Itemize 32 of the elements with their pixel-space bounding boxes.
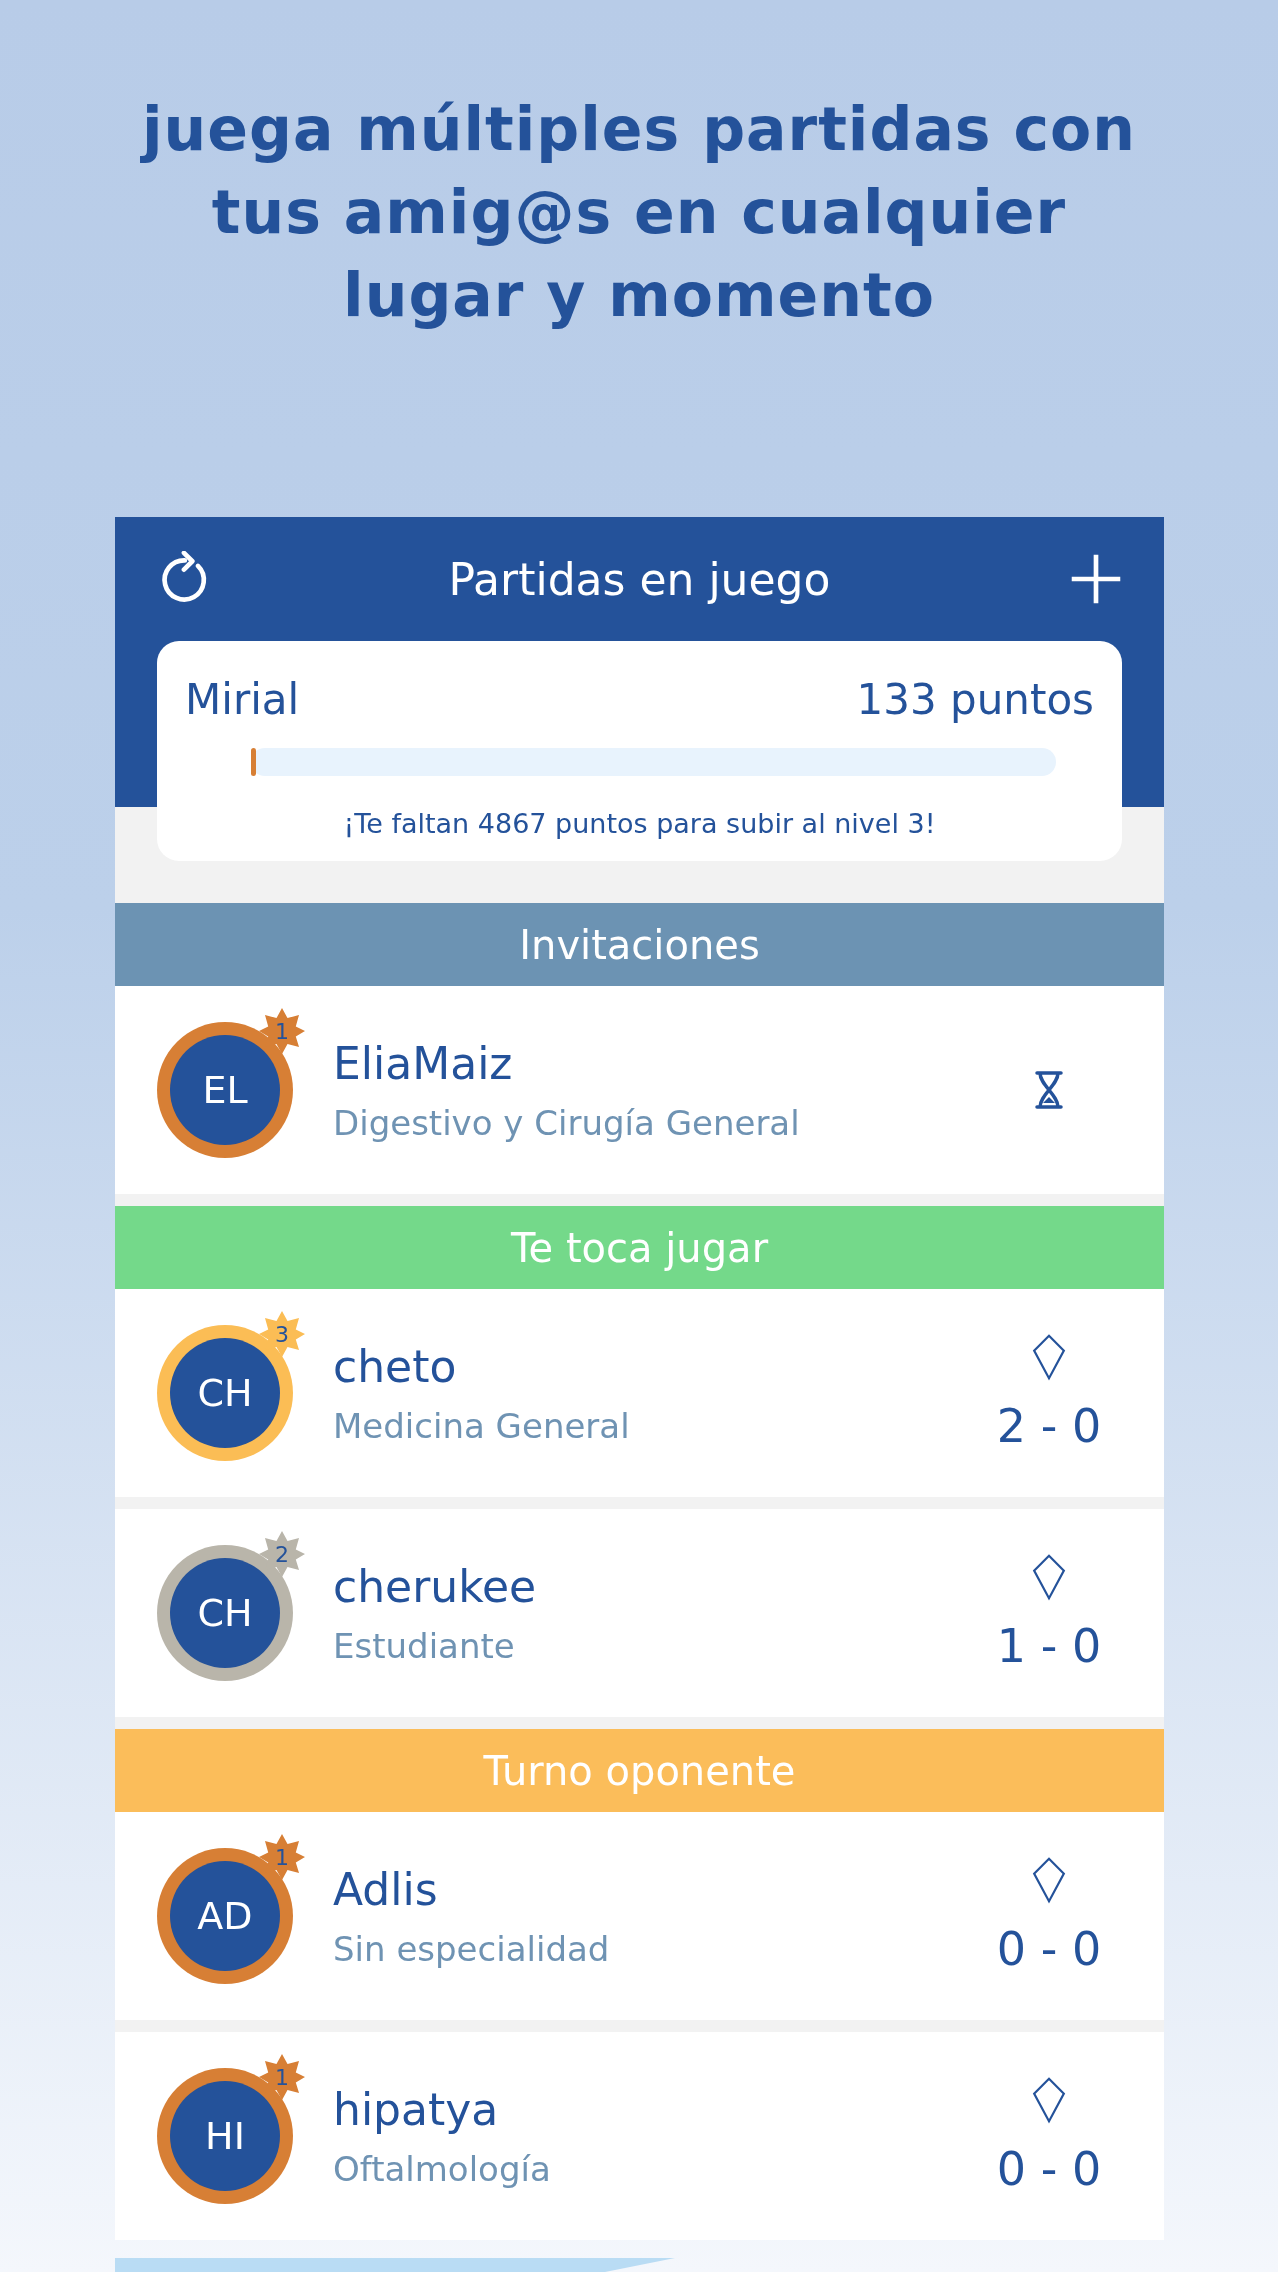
opponent-name: cherukee bbox=[333, 1560, 538, 1612]
diamond-icon bbox=[1032, 1553, 1066, 1601]
opponent-name: EliaMaiz bbox=[333, 1037, 514, 1089]
level-message: ¡Te faltan 4867 puntos para subir al nivel 3! bbox=[342, 808, 937, 839]
game-row[interactable]: CH 2 cherukee Estudiante 1 - 0 bbox=[115, 1509, 1164, 1717]
specialty-label: Digestivo y Cirugía General bbox=[333, 1102, 801, 1143]
game-row[interactable]: EL 1 EliaMaiz Digestivo y Cirugía General bbox=[115, 986, 1164, 1194]
diamond-icon bbox=[1032, 2076, 1066, 2124]
specialty-label: Oftalmología bbox=[333, 2148, 552, 2189]
screen-title: Partidas en juego bbox=[448, 553, 831, 605]
diamond-icon bbox=[1032, 1856, 1066, 1904]
specialty-label: Medicina General bbox=[333, 1405, 631, 1446]
opponent-name: Adlis bbox=[333, 1863, 439, 1915]
player-name: Mirial bbox=[185, 675, 300, 724]
section-header: Invitaciones bbox=[115, 903, 1164, 986]
section-header: Te toca jugar bbox=[115, 1206, 1164, 1289]
game-row[interactable]: HI 1 hipatya Oftalmología 0 - 0 bbox=[115, 2032, 1164, 2240]
game-row[interactable]: CH 3 cheto Medicina General 2 - 0 bbox=[115, 1289, 1164, 1497]
specialty-label: Estudiante bbox=[333, 1625, 516, 1666]
hourglass-icon bbox=[1034, 1068, 1064, 1112]
opponent-name: hipatya bbox=[333, 2083, 500, 2135]
match-score: 0 - 0 bbox=[996, 1922, 1102, 1976]
specialty-label: Sin especialidad bbox=[333, 1928, 611, 1969]
game-row[interactable]: AD 1 Adlis Sin especialidad 0 - 0 bbox=[115, 1812, 1164, 2020]
match-score: 1 - 0 bbox=[996, 1619, 1102, 1673]
diamond-icon bbox=[1032, 1333, 1066, 1381]
points-label: 133 puntos bbox=[856, 675, 1094, 724]
headline: juega múltiples partidas con tus amig@s en cualquier lugar y momento bbox=[139, 93, 1137, 332]
match-score: 2 - 0 bbox=[996, 1399, 1102, 1453]
opponent-name: cheto bbox=[333, 1340, 458, 1392]
section-header: Turno oponente bbox=[115, 1729, 1164, 1812]
match-score: 0 - 0 bbox=[996, 2142, 1102, 2196]
